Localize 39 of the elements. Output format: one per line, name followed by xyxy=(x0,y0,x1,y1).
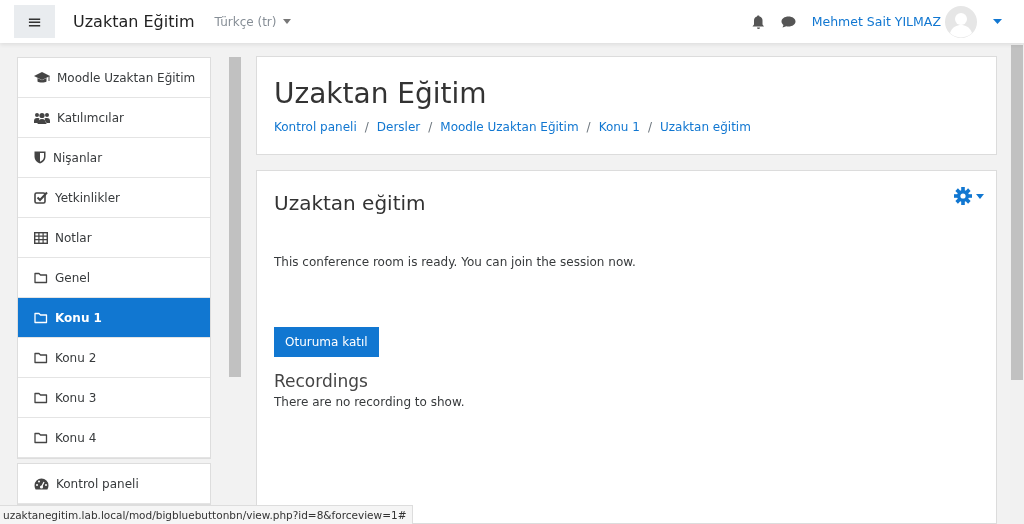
breadcrumb-link[interactable]: Moodle Uzaktan Eğitim xyxy=(440,120,579,134)
checkbox-icon xyxy=(34,191,48,204)
breadcrumb-separator: / xyxy=(428,120,433,134)
breadcrumb-separator: / xyxy=(364,120,369,134)
folder-icon xyxy=(34,271,48,284)
breadcrumb-link[interactable]: Kontrol paneli xyxy=(274,120,357,134)
settings-icon xyxy=(954,187,972,205)
caret-icon[interactable] xyxy=(993,19,1002,24)
users-icon xyxy=(34,111,50,124)
caret-icon xyxy=(283,19,292,24)
language-menu[interactable]: Türkçe (tr) xyxy=(214,14,292,29)
shield-icon xyxy=(34,151,46,164)
activity-title: Uzaktan eğitim xyxy=(274,191,426,215)
folder-icon xyxy=(34,431,48,444)
table-icon xyxy=(34,231,48,244)
folder-icon xyxy=(34,391,48,404)
folder-icon xyxy=(34,311,48,324)
folder-icon xyxy=(34,351,48,364)
gauge-icon xyxy=(34,477,49,490)
bell-icon[interactable] xyxy=(751,14,765,29)
settings-menu[interactable] xyxy=(954,187,984,205)
breadcrumb-separator: / xyxy=(647,120,652,134)
recordings-heading: Recordings xyxy=(274,371,369,391)
join-button[interactable]: Oturuma katıl xyxy=(274,327,379,357)
breadcrumb-link[interactable]: Uzaktan eğitim xyxy=(659,120,751,134)
breadcrumb-link[interactable]: Konu 1 xyxy=(598,120,640,134)
caret-icon xyxy=(976,193,984,199)
sidebar-item[interactable]: Konu 1 xyxy=(18,298,210,338)
empty-message: There are no recording to show. xyxy=(274,395,466,409)
status-message: This conference room is ready. You can join the session now. xyxy=(274,255,637,269)
status-url: uzaktanegitim.lab.local/mod/bigbluebuttonbn/view.php?id=8&forceview=1# xyxy=(0,505,414,524)
page-title: Uzaktan Eğitim xyxy=(274,77,488,110)
site-name[interactable]: Uzaktan Eğitim xyxy=(73,12,195,31)
chat-icon[interactable] xyxy=(780,15,796,28)
menu-button[interactable]: ≡ xyxy=(14,5,55,38)
breadcrumb-link[interactable]: Dersler xyxy=(376,120,421,134)
breadcrumb-separator: / xyxy=(586,120,591,134)
user-name[interactable]: Mehmet Sait YILMAZ xyxy=(811,14,941,29)
graduation-cap-icon xyxy=(34,71,50,84)
